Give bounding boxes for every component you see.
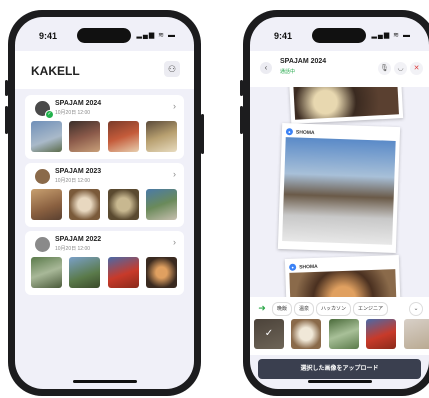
- photo-thumbnail[interactable]: [69, 189, 101, 220]
- image-selector: ✓: [250, 319, 429, 355]
- check-icon: ✓: [254, 319, 284, 349]
- status-bar: 9:41 ▂▄▆ ≋ ▬: [15, 17, 194, 51]
- call-status: 通話中: [280, 69, 296, 75]
- phone-frame-right: 9:41 ▂▄▆ ≋ ▬ ‹ SPAJAM 2024 通話中 🎙 ◡ ✕ ● SH…: [240, 10, 429, 396]
- event-name: SPAJAM 2024: [55, 100, 102, 107]
- mic-icon: ●: [289, 263, 297, 272]
- detail-header: ‹ SPAJAM 2024 通話中 🎙 ◡ ✕: [250, 51, 429, 87]
- event-name: SPAJAM 2023: [55, 168, 102, 175]
- event-card[interactable]: ✓ SPAJAM 2024 10月20日 12:00 ›: [25, 95, 184, 159]
- mic-icon: ●: [285, 128, 294, 136]
- photo: [289, 269, 397, 297]
- leaf-icon: ➜: [258, 303, 266, 313]
- photo: [293, 87, 399, 120]
- photo-thumbnail[interactable]: [31, 121, 62, 152]
- event-card[interactable]: SPAJAM 2022 10月20日 12:00 ›: [25, 231, 184, 295]
- photo-strip: [31, 121, 184, 153]
- photo-card[interactable]: ● SHOMA: [277, 122, 401, 254]
- photo-thumbnail[interactable]: [107, 121, 139, 152]
- photo-thumbnail[interactable]: [107, 189, 139, 220]
- selectable-image[interactable]: [403, 319, 429, 349]
- event-name: SPAJAM 2022: [55, 236, 102, 243]
- chevron-right-icon: ›: [173, 169, 176, 179]
- back-icon[interactable]: ‹: [260, 62, 272, 74]
- avatar: [35, 237, 50, 252]
- photo-user: SHOMA: [299, 263, 318, 271]
- photo-thumbnail[interactable]: [146, 189, 178, 220]
- app-header: KAKELL ⚇: [15, 51, 194, 89]
- tag-bar: ➜ 晩飯 温泉 ハッカソン エンジニア ⌄: [250, 297, 429, 319]
- event-date: 10月20日 12:00: [55, 178, 91, 184]
- upload-button[interactable]: 選択した画像をアップロード: [258, 359, 421, 379]
- photo-user: SHOMA: [295, 129, 315, 137]
- status-icons: ▂▄▆ ≋ ▬: [136, 32, 176, 39]
- close-icon[interactable]: ✕: [410, 62, 423, 75]
- chevron-right-icon: ›: [173, 101, 176, 111]
- tag-chip[interactable]: 温泉: [294, 302, 315, 316]
- photo-card[interactable]: ● SHOMA: [284, 255, 402, 297]
- selectable-image[interactable]: [291, 319, 322, 349]
- photo-thumbnail[interactable]: [69, 257, 101, 288]
- photo-thumbnail[interactable]: [69, 121, 101, 152]
- selectable-image[interactable]: [366, 319, 397, 349]
- tag-chip[interactable]: ハッカソン: [316, 302, 352, 316]
- mic-icon[interactable]: 🎙: [378, 62, 391, 75]
- event-card[interactable]: SPAJAM 2023 10月20日 12:00 ›: [25, 163, 184, 227]
- status-time: 9:41: [39, 31, 58, 41]
- photo-strip: [31, 189, 184, 221]
- chevron-right-icon: ›: [173, 237, 176, 247]
- photo-strip: [31, 257, 184, 289]
- screen-event-list: 9:41 ▂▄▆ ≋ ▬ KAKELL ⚇ ✓ SPAJAM 2024 10月2…: [15, 17, 194, 389]
- chevron-down-icon[interactable]: ⌄: [409, 302, 423, 316]
- person-add-icon[interactable]: ⚇: [164, 61, 180, 77]
- photo-thumbnail[interactable]: [31, 189, 62, 220]
- photo-thumbnail[interactable]: [146, 257, 178, 288]
- avatar: [35, 169, 50, 184]
- app-title: KAKELL: [31, 64, 80, 78]
- screen-event-detail: 9:41 ▂▄▆ ≋ ▬ ‹ SPAJAM 2024 通話中 🎙 ◡ ✕ ● SH…: [250, 17, 429, 389]
- selectable-image[interactable]: [328, 319, 359, 349]
- photo-thumbnail[interactable]: [146, 121, 178, 152]
- status-bar: 9:41 ▂▄▆ ≋ ▬: [250, 17, 429, 51]
- online-badge-icon: ✓: [45, 110, 54, 119]
- dynamic-island: [312, 28, 366, 43]
- photo-thumbnail[interactable]: [31, 257, 62, 288]
- event-date: 10月20日 12:00: [55, 246, 91, 252]
- photo: [282, 137, 396, 245]
- photo-card[interactable]: [288, 87, 404, 124]
- event-date: 10月20日 12:00: [55, 110, 91, 116]
- status-icons: ▂▄▆ ≋ ▬: [371, 32, 411, 39]
- status-time: 9:41: [274, 31, 293, 41]
- dynamic-island: [77, 28, 131, 43]
- headphones-icon[interactable]: ◡: [394, 62, 407, 75]
- phone-frame-left: 9:41 ▂▄▆ ≋ ▬ KAKELL ⚇ ✓ SPAJAM 2024 10月2…: [5, 10, 204, 396]
- selectable-image[interactable]: ✓: [254, 319, 284, 349]
- photo-feed: ● SHOMA ● SHOMA: [250, 87, 429, 297]
- tag-chip[interactable]: エンジニア: [353, 302, 389, 316]
- photo-thumbnail[interactable]: [107, 257, 139, 288]
- tag-chip[interactable]: 晩飯: [272, 302, 293, 316]
- home-indicator: [307, 380, 372, 383]
- event-title: SPAJAM 2024: [280, 58, 327, 65]
- home-indicator: [72, 380, 137, 383]
